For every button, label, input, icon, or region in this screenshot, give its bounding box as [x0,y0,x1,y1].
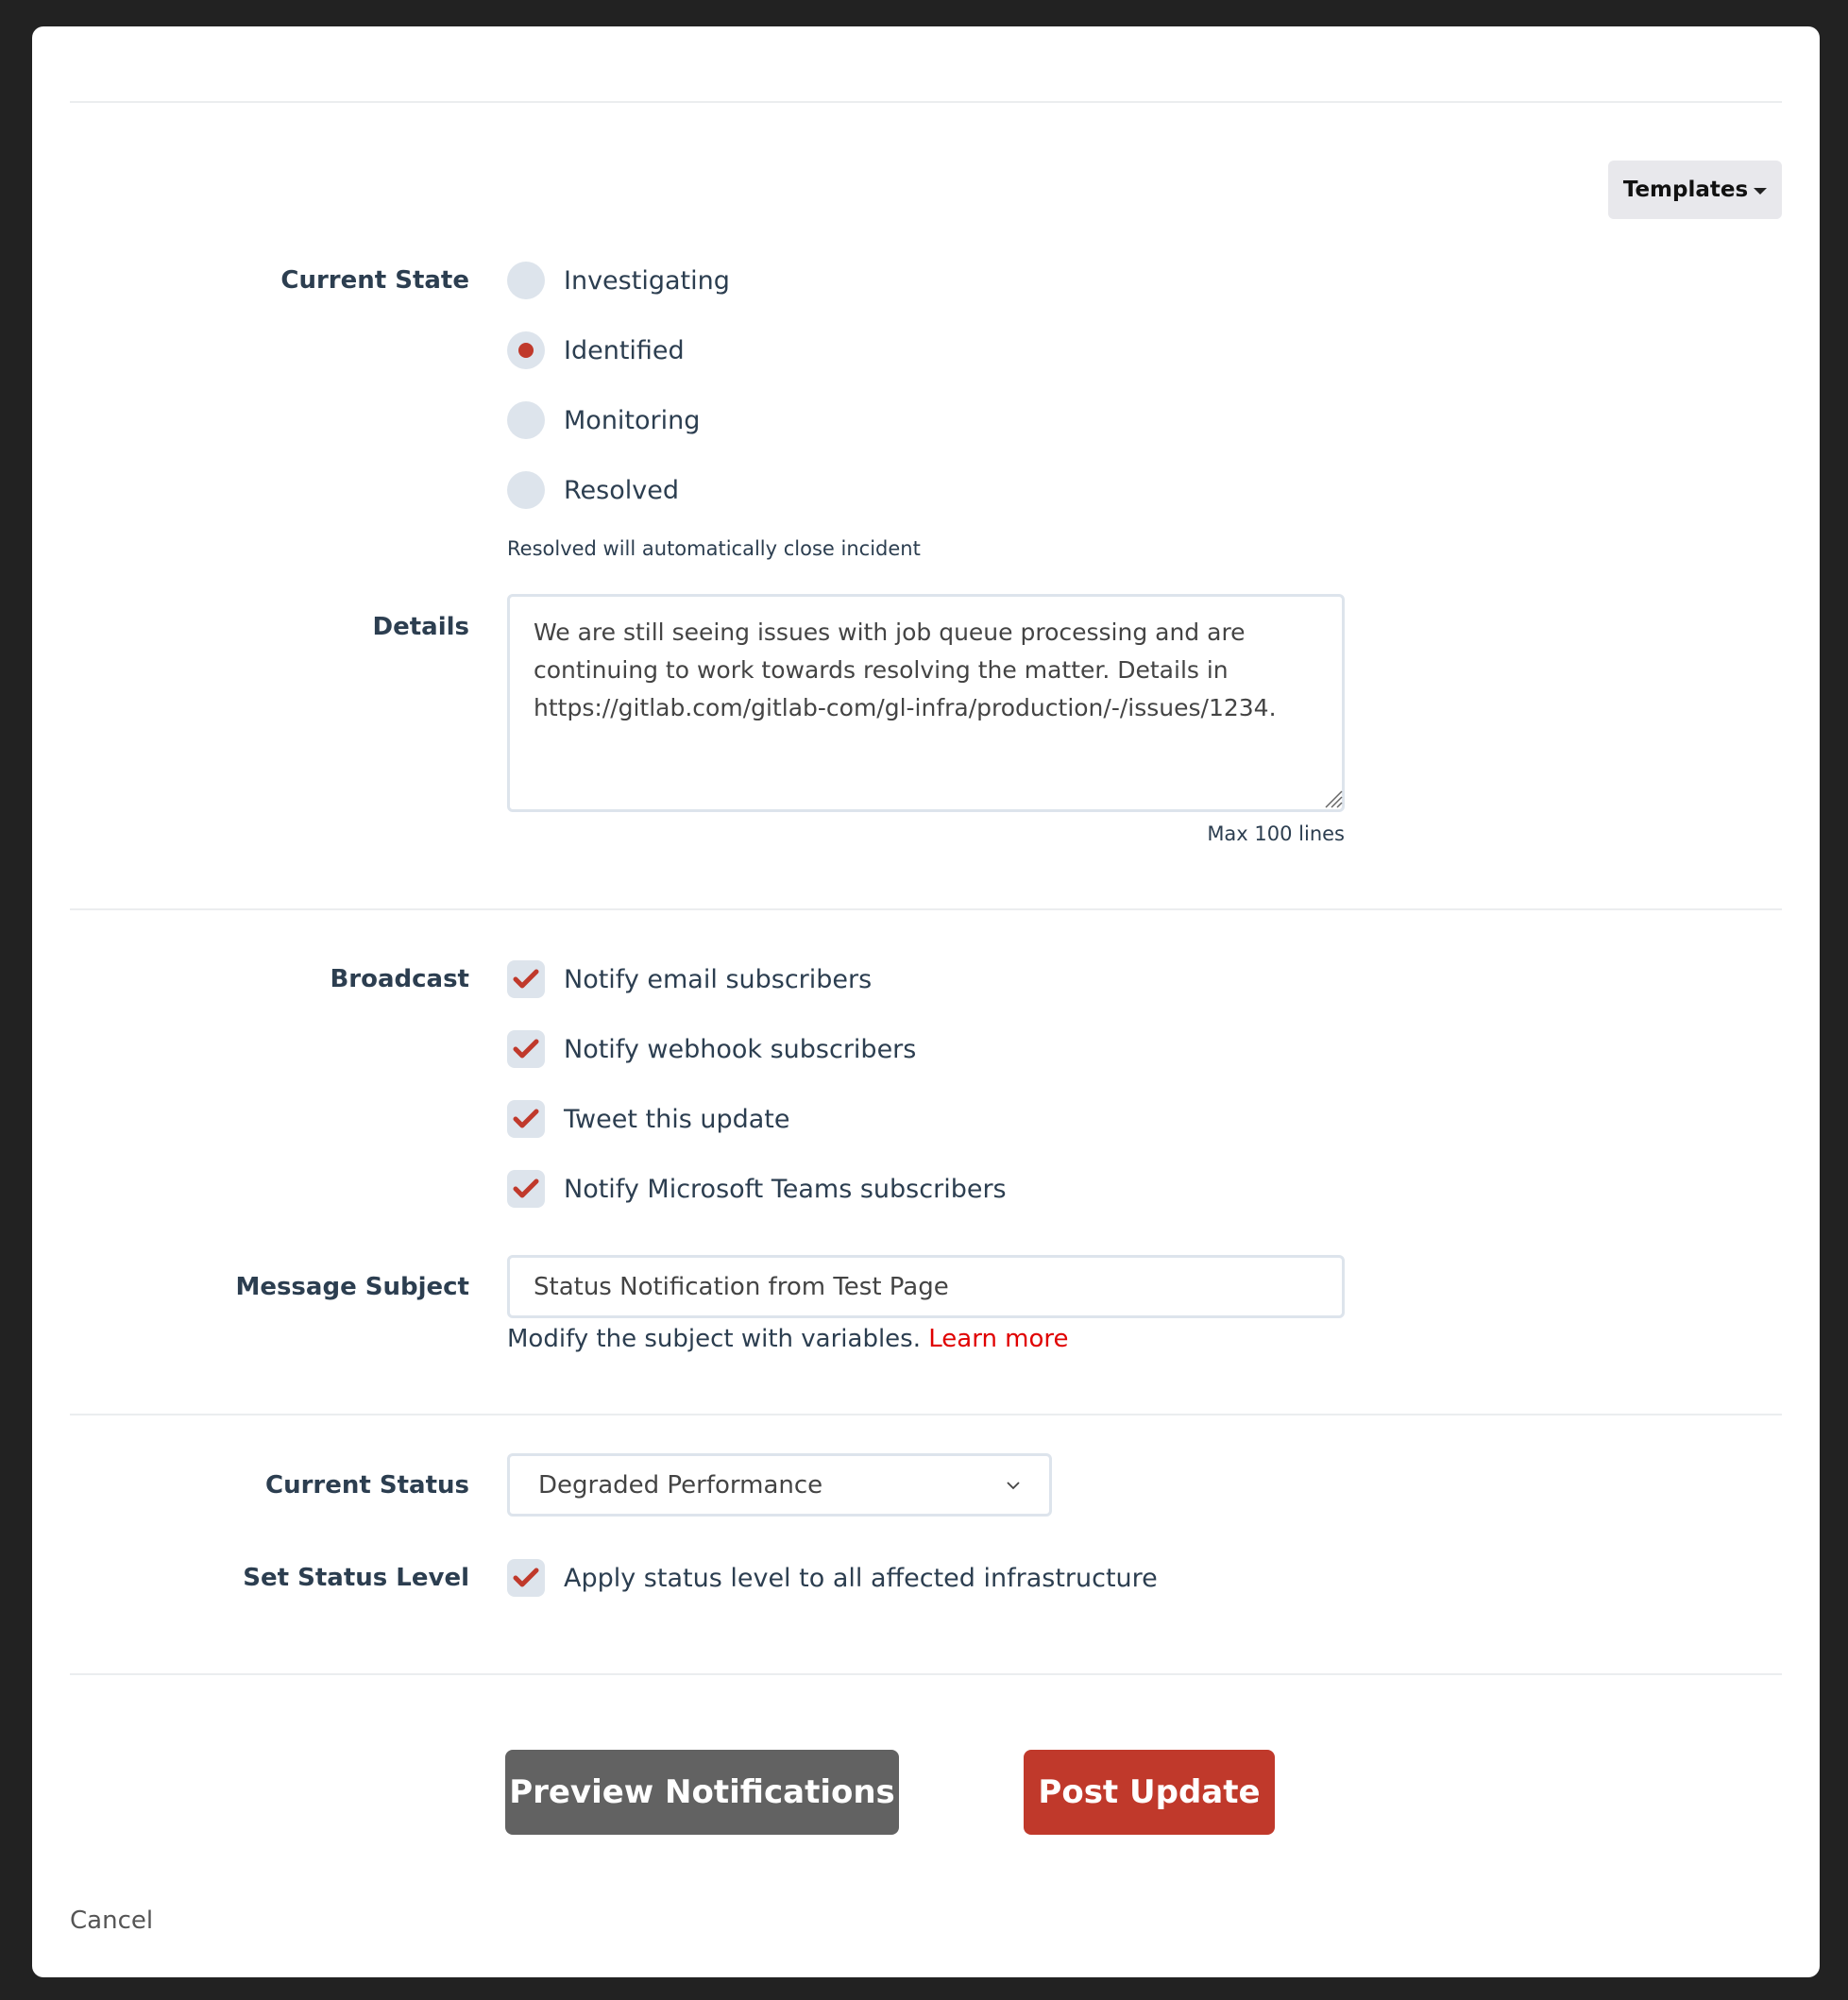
checkbox[interactable] [507,1559,545,1597]
radio-identified[interactable]: Identified [507,331,685,369]
templates-dropdown-button[interactable]: Templates [1608,161,1782,219]
radio-button[interactable] [507,262,545,299]
broadcast-label: Broadcast [330,965,469,993]
checkbox-label: Tweet this update [564,1104,790,1134]
checkbox-apply-status-level[interactable]: Apply status level to all affected infra… [507,1559,1158,1597]
section-divider [70,908,1782,910]
section-divider [70,1673,1782,1675]
current-status-value: Degraded Performance [538,1470,823,1500]
radio-button[interactable] [507,471,545,509]
radio-monitoring[interactable]: Monitoring [507,401,700,439]
checkbox[interactable] [507,1030,545,1068]
details-label: Details [372,613,470,641]
templates-label: Templates [1622,178,1749,202]
section-divider [70,1414,1782,1415]
max-lines-note: Max 100 lines [1207,822,1345,845]
learn-more-link[interactable]: Learn more [928,1325,1068,1353]
radio-label: Investigating [564,265,730,296]
resolved-helper-text: Resolved will automatically close incide… [507,537,921,560]
set-status-level-label: Set Status Level [243,1564,469,1592]
radio-label: Monitoring [564,405,701,435]
current-status-select[interactable]: Degraded Performance [507,1453,1052,1517]
radio-button-selected[interactable] [507,331,545,369]
checkbox[interactable] [507,960,545,998]
current-status-label: Current Status [265,1471,469,1500]
radio-label: Identified [564,335,685,365]
radio-button[interactable] [507,401,545,439]
checkmark-icon [513,1178,539,1198]
checkbox-notify-teams[interactable]: Notify Microsoft Teams subscribers [507,1170,1007,1208]
radio-label: Resolved [564,475,679,505]
checkbox-tweet-update[interactable]: Tweet this update [507,1100,789,1138]
radio-investigating[interactable]: Investigating [507,262,730,299]
checkbox-notify-email[interactable]: Notify email subscribers [507,960,872,998]
checkbox[interactable] [507,1100,545,1138]
checkmark-icon [513,1039,539,1059]
message-subject-label: Message Subject [235,1273,469,1301]
subject-helper-text: Modify the subject with variables. Learn… [507,1325,1069,1353]
radio-selected-dot-icon [518,343,534,358]
checkbox[interactable] [507,1170,545,1208]
checkmark-icon [513,969,539,989]
checkbox-label: Apply status level to all affected infra… [564,1563,1158,1593]
checkbox-label: Notify webhook subscribers [564,1034,917,1064]
chevron-down-icon [1007,1481,1020,1489]
checkbox-label: Notify email subscribers [564,964,873,994]
checkbox-notify-webhook[interactable]: Notify webhook subscribers [507,1030,916,1068]
radio-resolved[interactable]: Resolved [507,471,679,509]
details-textarea[interactable]: We are still seeing issues with job queu… [507,594,1345,812]
resize-handle-icon[interactable] [1322,788,1343,808]
cancel-link[interactable]: Cancel [70,1907,153,1935]
caret-down-icon [1754,188,1768,195]
checkbox-label: Notify Microsoft Teams subscribers [564,1174,1007,1204]
subject-helper-label: Modify the subject with variables. [507,1325,921,1353]
incident-update-form: Templates Current State Investigating Id… [32,26,1820,1977]
checkmark-icon [513,1568,539,1587]
post-update-button[interactable]: Post Update [1024,1750,1275,1835]
top-divider [70,101,1782,103]
checkmark-icon [513,1109,539,1128]
message-subject-input[interactable] [507,1255,1345,1318]
current-state-label: Current State [280,266,469,295]
preview-notifications-button[interactable]: Preview Notifications [505,1750,899,1835]
